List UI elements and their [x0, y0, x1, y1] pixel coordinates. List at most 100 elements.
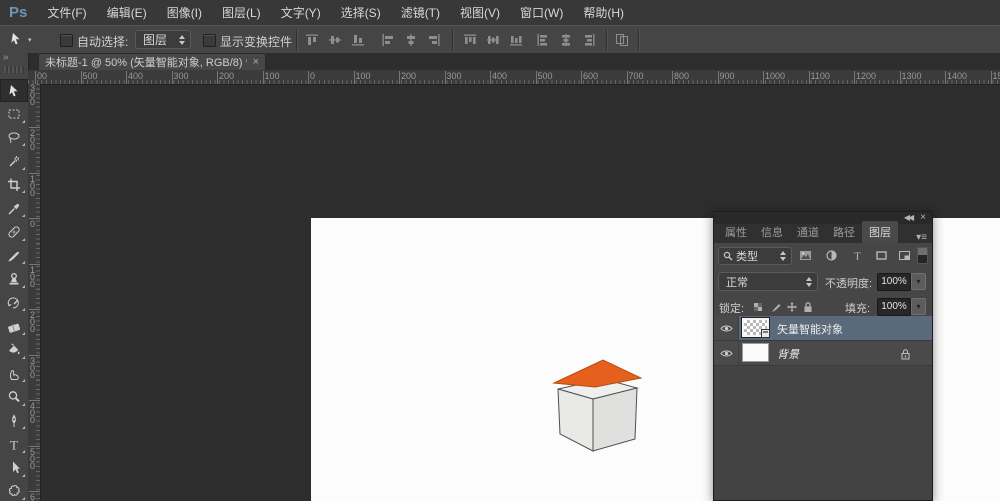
auto-align-icon[interactable]	[614, 32, 630, 48]
toolbar-grabber[interactable]	[4, 66, 24, 73]
ruler-tick	[581, 71, 582, 84]
brush-tool[interactable]	[0, 244, 28, 267]
dist-left-icon[interactable]	[535, 32, 551, 48]
panel-tab-4[interactable]: 图层	[862, 221, 898, 243]
separator	[606, 30, 607, 50]
ruler-label: 200	[401, 71, 417, 81]
align-bottom-icon[interactable]	[350, 32, 366, 48]
dist-h-center-icon[interactable]	[558, 32, 574, 48]
clone-stamp-tool[interactable]	[0, 268, 28, 291]
ruler-label: 00	[37, 71, 48, 81]
ruler-label: 100	[30, 173, 36, 198]
smudge-tool[interactable]	[0, 362, 28, 385]
menu-item-2[interactable]: 图像(I)	[157, 1, 212, 25]
ruler-tick	[262, 71, 264, 84]
ruler-label: 500	[82, 71, 98, 81]
menu-item-9[interactable]: 帮助(H)	[573, 1, 634, 25]
menu-item-5[interactable]: 选择(S)	[331, 1, 391, 25]
fill-label[interactable]: 填充:	[845, 300, 870, 316]
menu-item-4[interactable]: 文字(Y)	[271, 1, 331, 25]
marquee-tool[interactable]	[0, 103, 28, 126]
tool-preset-caret-icon[interactable]: ▾	[28, 36, 32, 44]
align-left-icon[interactable]	[380, 32, 396, 48]
menu-item-3[interactable]: 图层(L)	[212, 1, 271, 25]
auto-select-label: 自动选择:	[77, 35, 129, 49]
smart-object-thumbnail[interactable]	[741, 317, 770, 338]
close-panel-icon[interactable]: ×	[920, 213, 926, 223]
panel-tab-3[interactable]: 路径	[826, 221, 862, 243]
blend-mode-dropdown[interactable]: 正常	[718, 272, 818, 291]
opacity-label[interactable]: 不透明度:	[825, 275, 872, 291]
dist-v-center-icon[interactable]	[485, 32, 501, 48]
layer-name[interactable]: 背景	[777, 346, 799, 362]
menu-item-1[interactable]: 编辑(E)	[97, 1, 157, 25]
tool-flyout-indicator	[22, 355, 25, 359]
layer-row-0[interactable]: 矢量智能对象	[714, 316, 932, 341]
layer-visibility-eye-icon[interactable]	[714, 341, 739, 365]
align-v-center-icon[interactable]	[327, 32, 343, 48]
path-select-tool[interactable]	[0, 457, 28, 480]
collapse-toolbar-icon[interactable]: »	[3, 52, 9, 63]
lock-row: 锁定: 填充: 100% ▾	[714, 297, 932, 317]
shape-tool[interactable]	[0, 480, 28, 501]
align-h-center-icon[interactable]	[403, 32, 419, 48]
pixel-layer-filter-icon[interactable]	[799, 249, 812, 267]
menu-item-7[interactable]: 视图(V)	[450, 1, 510, 25]
ruler-tick	[217, 71, 218, 84]
ruler-label: 400	[128, 71, 144, 81]
auto-select-checkbox[interactable]	[60, 34, 73, 47]
align-top-icon[interactable]	[304, 32, 320, 48]
panel-tab-1[interactable]: 信息	[754, 221, 790, 243]
opacity-value[interactable]: 100%	[877, 273, 911, 291]
fill-dropdown-icon[interactable]: ▾	[911, 298, 926, 315]
pen-tool[interactable]	[0, 409, 28, 432]
auto-select-target-dropdown[interactable]: 图层	[135, 30, 191, 49]
ruler-label: 800	[674, 71, 690, 81]
horizontal-ruler[interactable]: 00 500 400 300 200 100 0 100 200 300 400 500 600 700 8…	[28, 70, 1000, 85]
move-tool[interactable]	[0, 79, 28, 102]
ruler-label: 500	[30, 446, 36, 471]
ruler-tick	[353, 71, 355, 84]
menu-item-8[interactable]: 窗口(W)	[510, 1, 573, 25]
dist-bottom-icon[interactable]	[508, 32, 524, 48]
ruler-tick	[308, 71, 309, 84]
menu-item-6[interactable]: 滤镜(T)	[391, 1, 450, 25]
panel-menu-icon[interactable]: ▾≡	[916, 232, 927, 243]
fill-value[interactable]: 100%	[877, 298, 911, 316]
opacity-dropdown-icon[interactable]: ▾	[911, 273, 926, 290]
menu-item-0[interactable]: 文件(F)	[37, 1, 96, 25]
adjustment-layer-filter-icon[interactable]	[825, 249, 838, 267]
collapse-panels-icon[interactable]: ◀◀	[904, 213, 914, 223]
panel-tabs: 属性 信息 通道 路径 图层 ▾≡	[714, 221, 932, 243]
panel-tab-2[interactable]: 通道	[790, 221, 826, 243]
eraser-tool[interactable]	[0, 315, 28, 338]
layer-filter-toggle[interactable]	[917, 247, 928, 264]
type-layer-filter-icon[interactable]: T	[851, 249, 864, 267]
dodge-tool[interactable]	[0, 386, 28, 409]
dist-right-icon[interactable]	[581, 32, 597, 48]
layer-row-1[interactable]: 背景	[714, 341, 932, 366]
layer-visibility-eye-icon[interactable]	[714, 316, 739, 340]
eyedropper-tool[interactable]	[0, 197, 28, 220]
shape-layer-filter-icon[interactable]	[875, 249, 888, 267]
close-tab-icon[interactable]: ×	[253, 56, 259, 68]
document-tab-strip: 未标题-1 @ 50% (矢量智能对象, RGB/8) * ×	[0, 53, 1000, 70]
ruler-label: 700	[628, 71, 644, 81]
crop-tool[interactable]	[0, 173, 28, 196]
show-transform-checkbox[interactable]	[203, 34, 216, 47]
smart-object-filter-icon[interactable]	[898, 249, 911, 267]
healing-brush-tool[interactable]	[0, 221, 28, 244]
align-right-icon[interactable]	[426, 32, 442, 48]
filter-type-dropdown[interactable]: 类型	[718, 247, 792, 265]
paint-bucket-tool[interactable]	[0, 339, 28, 362]
panel-tab-0[interactable]: 属性	[718, 221, 754, 243]
vertical-ruler[interactable]: 300 200 100 0 100 200 300 400 500 600	[28, 84, 41, 501]
lasso-tool[interactable]	[0, 126, 28, 149]
type-tool[interactable]: T	[0, 433, 28, 456]
background-thumbnail[interactable]	[742, 343, 769, 362]
magic-wand-tool[interactable]	[0, 150, 28, 173]
document-tab[interactable]: 未标题-1 @ 50% (矢量智能对象, RGB/8) * ×	[38, 53, 266, 70]
layer-name[interactable]: 矢量智能对象	[777, 321, 843, 337]
history-brush-tool[interactable]	[0, 291, 28, 314]
dist-top-icon[interactable]	[462, 32, 478, 48]
